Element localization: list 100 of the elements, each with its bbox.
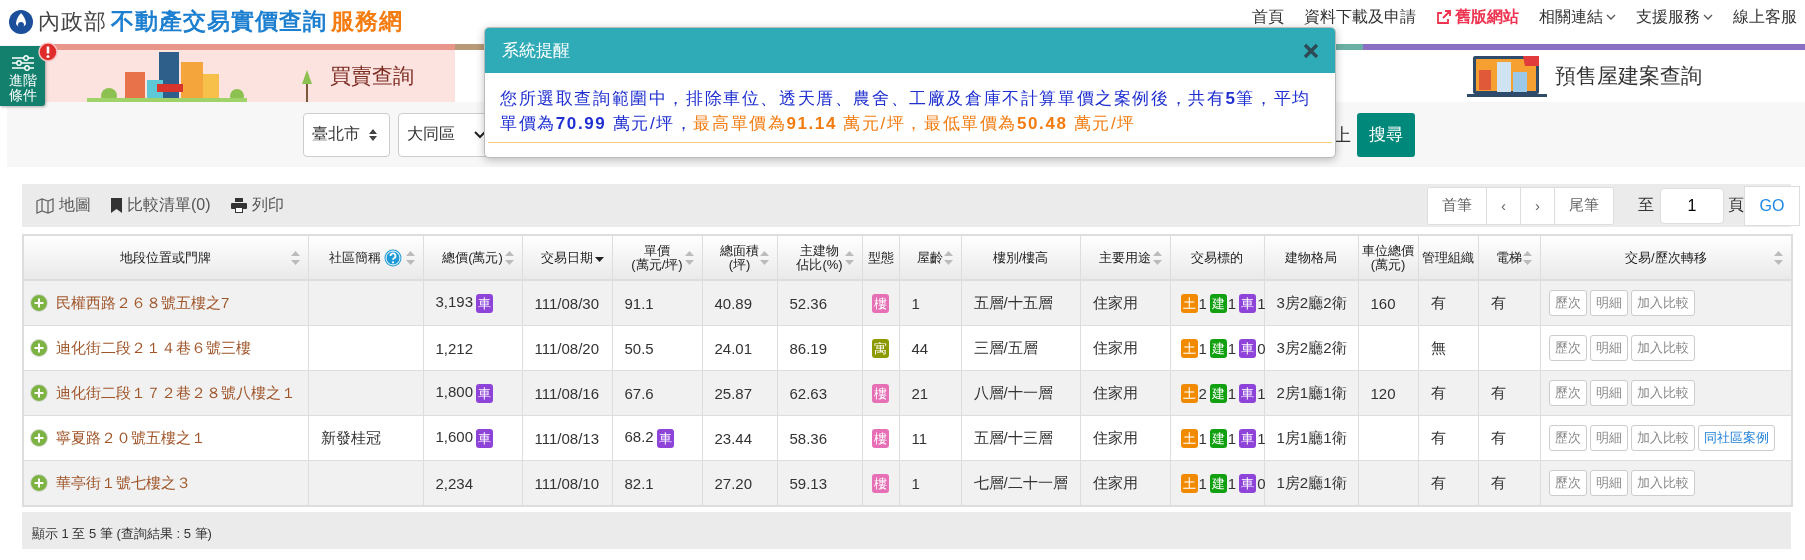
- table-cell: 1: [911, 294, 920, 312]
- subject-count: 1: [1227, 339, 1237, 357]
- parking-tag: 車: [476, 428, 494, 448]
- subject-count: 1: [1227, 429, 1237, 447]
- subject-tag: 土: [1180, 383, 1198, 403]
- nav-link[interactable]: 支援服務: [1636, 8, 1713, 25]
- table-cell: 七層/二十一層: [973, 473, 1068, 491]
- table-cell: 三層/五層: [973, 338, 1038, 356]
- nav-link[interactable]: 相關連結: [1539, 8, 1616, 25]
- action-button[interactable]: 明細: [1589, 425, 1628, 451]
- subject-tag: 車: [1239, 428, 1257, 448]
- table-cell: 68.2: [624, 428, 654, 446]
- column-header[interactable]: 交易/歷次轉移: [1624, 250, 1707, 265]
- table-cell: 有: [1490, 293, 1506, 311]
- column-header[interactable]: 社區簡稱: [329, 250, 381, 265]
- table-cell: 58.36: [789, 429, 828, 447]
- action-button[interactable]: 加入比較: [1630, 335, 1695, 361]
- subject-tag: 建: [1209, 338, 1227, 358]
- subject-count: 1: [1198, 474, 1207, 492]
- toolbar-item[interactable]: 地圖: [36, 195, 91, 216]
- action-button[interactable]: 明細: [1589, 380, 1628, 406]
- table-cell: 住家用: [1092, 473, 1138, 491]
- last-page-button[interactable]: 尾筆: [1554, 187, 1613, 224]
- page-input[interactable]: 1: [1660, 187, 1724, 224]
- advanced-filter-button[interactable]: 進階條件: [0, 46, 45, 106]
- dialog-title: 系統提醒: [502, 40, 570, 62]
- address-link[interactable]: 迪化街二段２１４巷６號三樓: [56, 338, 251, 358]
- table-cell: 有: [1430, 428, 1446, 446]
- subject-count: 1: [1198, 294, 1207, 312]
- action-button[interactable]: 歷次: [1548, 380, 1587, 406]
- nav-link[interactable]: 舊版網站: [1436, 8, 1519, 25]
- column-header[interactable]: 地段位置或門牌: [120, 250, 212, 265]
- subject-count: 2: [1198, 384, 1207, 402]
- action-button[interactable]: 明細: [1589, 335, 1628, 361]
- table-cell: 111/08/20: [534, 339, 599, 357]
- building-type-tag: 樓: [871, 428, 889, 448]
- column-header[interactable]: 建物格局: [1285, 250, 1337, 265]
- subject-count: 1: [1227, 474, 1237, 492]
- table-cell: 3房2廳2衛: [1276, 338, 1347, 356]
- table-cell: 3房2廳2衛: [1276, 293, 1347, 311]
- parking-tag: 車: [476, 383, 494, 403]
- column-header[interactable]: 電梯: [1496, 250, 1522, 265]
- subject-count: 0: [1257, 474, 1266, 492]
- table-cell: 40.89: [714, 294, 753, 312]
- subject-tag: 建: [1209, 293, 1227, 313]
- column-header[interactable]: 交易日期: [541, 250, 593, 265]
- action-button[interactable]: 歷次: [1548, 425, 1587, 451]
- same-community-button[interactable]: 同社區案例: [1697, 425, 1775, 451]
- table-cell: 2,234: [435, 474, 474, 492]
- action-button[interactable]: 加入比較: [1630, 290, 1695, 316]
- table-cell: 1,800: [435, 383, 474, 401]
- action-button[interactable]: 明細: [1589, 470, 1628, 496]
- table-cell: 住家用: [1092, 428, 1138, 446]
- table-cell: 59.13: [789, 474, 828, 492]
- action-button[interactable]: 加入比較: [1630, 470, 1695, 496]
- nav-link[interactable]: 線上客服: [1733, 8, 1797, 25]
- table-cell: 五層/十五層: [973, 293, 1053, 311]
- table-cell: 2房1廳1衛: [1276, 383, 1347, 401]
- alert-message: 您所選取查詢範圍中，排除車位、透天厝、農舍、工廠及倉庫不計算單價之案例後，共有5筆，平均單價為70.99 萬元/坪，最高單價為91.14 萬元/坪，最低單價為50.48 萬元/坪: [500, 88, 1312, 135]
- action-button[interactable]: 加入比較: [1630, 380, 1695, 406]
- search-button[interactable]: 搜尋: [1357, 112, 1415, 157]
- ministry-logo-text: 內政部: [38, 7, 107, 36]
- table-cell: 1,212: [435, 339, 474, 357]
- subject-count: 1: [1198, 429, 1207, 447]
- results-summary: 顯示 1 至 5 筆 (查詢結果 : 5 筆): [32, 525, 212, 543]
- address-link[interactable]: 寧夏路２０號五樓之１: [56, 428, 206, 448]
- table-cell: 111/08/30: [534, 294, 599, 312]
- table-cell: 11: [911, 429, 928, 447]
- label-text: 頁: [1728, 195, 1744, 215]
- table-cell: 有: [1490, 428, 1506, 446]
- subject-tag: 土: [1180, 428, 1198, 448]
- subject-tag: 建: [1209, 473, 1227, 493]
- nav-link[interactable]: 資料下載及申請: [1304, 8, 1416, 25]
- table-cell: 1: [911, 474, 920, 492]
- go-button[interactable]: GO: [1744, 185, 1800, 226]
- column-header[interactable]: 交易標的: [1191, 250, 1243, 265]
- action-button[interactable]: 歷次: [1548, 470, 1587, 496]
- table-cell: 新發桂冠: [320, 428, 381, 446]
- action-button[interactable]: 明細: [1589, 290, 1628, 316]
- query-tab[interactable]: 買賣查詢: [45, 44, 455, 102]
- table-cell: 62.63: [789, 384, 828, 402]
- table-cell: 1房1廳1衛: [1276, 428, 1347, 446]
- column-header[interactable]: 屋齡: [917, 250, 943, 265]
- toolbar-item[interactable]: 列印: [230, 195, 284, 216]
- column-header[interactable]: 樓別/樓高: [992, 250, 1049, 265]
- select-field[interactable]: 臺北市: [303, 112, 390, 157]
- column-header[interactable]: 主要用途: [1099, 250, 1151, 265]
- action-button[interactable]: 加入比較: [1630, 425, 1695, 451]
- table-cell: 27.20: [714, 474, 753, 492]
- table-cell: 有: [1430, 473, 1446, 491]
- table-cell: 21: [911, 384, 929, 402]
- building-type-tag: 樓: [871, 473, 889, 493]
- nav-link[interactable]: 首頁: [1252, 8, 1284, 25]
- table-cell: 1房2廳1衛: [1276, 473, 1347, 491]
- table-cell: 82.1: [624, 474, 654, 492]
- toolbar-item[interactable]: 比較清單(0): [111, 195, 211, 216]
- table-cell: 160: [1370, 294, 1396, 312]
- building-type-tag: 樓: [871, 293, 889, 313]
- action-button[interactable]: 歷次: [1548, 290, 1587, 316]
- action-button[interactable]: 歷次: [1548, 335, 1587, 361]
